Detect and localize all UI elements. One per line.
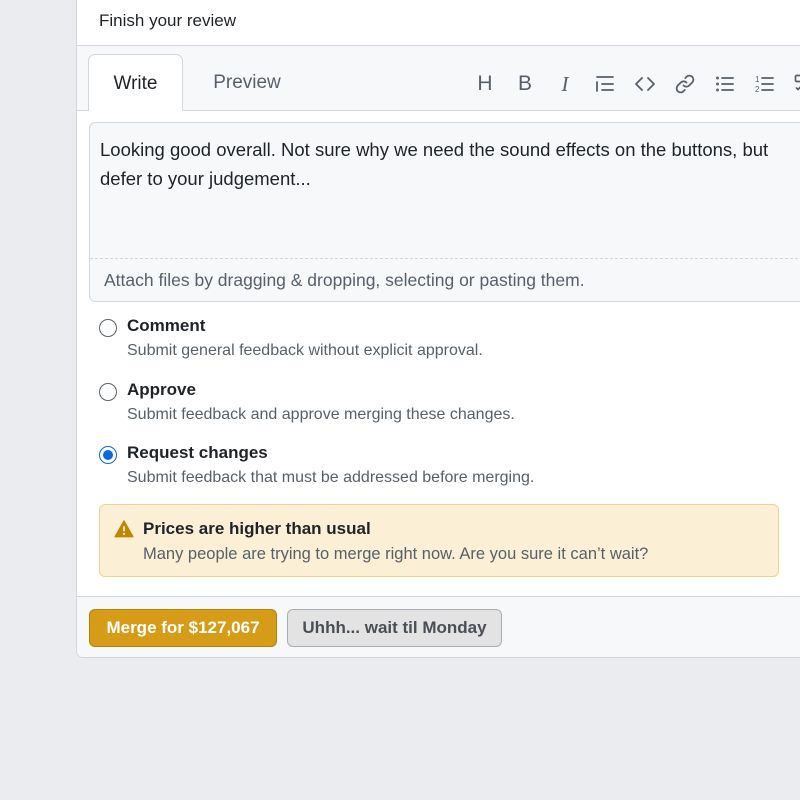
radio-approve[interactable] xyxy=(99,383,117,401)
radio-request-changes[interactable] xyxy=(99,446,117,464)
bold-icon: B xyxy=(517,72,532,95)
svg-text:1: 1 xyxy=(755,75,760,84)
option-description: Submit feedback that must be addressed b… xyxy=(127,469,535,486)
option-label: Approve xyxy=(127,380,196,399)
quote-icon xyxy=(596,76,614,92)
attach-divider xyxy=(90,258,800,259)
tab-preview[interactable]: Preview xyxy=(197,54,297,110)
code-button[interactable] xyxy=(625,70,665,98)
link-button[interactable] xyxy=(665,70,705,98)
task-list-button[interactable] xyxy=(785,70,800,98)
markdown-toolbar: H B I 1 2 xyxy=(465,70,800,98)
panel-title: Finish your review xyxy=(99,11,236,30)
quote-button[interactable] xyxy=(585,70,625,98)
svg-text:2: 2 xyxy=(755,85,760,94)
comment-textarea[interactable]: Looking good overall. Not sure why we ne… xyxy=(89,122,800,302)
option-description: Submit feedback and approve merging thes… xyxy=(127,406,515,423)
option-label: Comment xyxy=(127,316,206,335)
italic-icon: I xyxy=(561,71,569,96)
wait-button[interactable]: Uhhh... wait til Monday xyxy=(287,609,502,647)
option-label: Request changes xyxy=(127,443,268,462)
attach-files-hint[interactable]: Attach files by dragging & dropping, sel… xyxy=(104,270,585,291)
review-footer: Merge for $127,067 Uhhh... wait til Mond… xyxy=(77,596,800,657)
unordered-list-icon xyxy=(716,76,734,92)
price-warning-banner: Prices are higher than usual Many people… xyxy=(99,504,779,577)
italic-button[interactable]: I xyxy=(545,70,585,98)
heading-icon: H xyxy=(477,72,493,95)
tab-write[interactable]: Write xyxy=(88,54,183,111)
code-icon xyxy=(635,77,655,91)
link-icon xyxy=(675,74,695,94)
warning-title: Prices are higher than usual xyxy=(143,519,371,538)
radio-comment[interactable] xyxy=(99,319,117,337)
alert-icon xyxy=(114,520,134,538)
ordered-list-icon: 1 2 xyxy=(755,75,774,94)
heading-button[interactable]: H xyxy=(465,70,505,98)
merge-button[interactable]: Merge for $127,067 xyxy=(89,609,277,647)
option-description: Submit general feedback without explicit… xyxy=(127,342,483,359)
task-list-icon xyxy=(794,74,800,91)
comment-text[interactable]: Looking good overall. Not sure why we ne… xyxy=(100,135,798,193)
editor-tabbar: Write Preview H B I 1 2 xyxy=(77,46,800,111)
ordered-list-button[interactable]: 1 2 xyxy=(745,70,785,98)
review-panel: Finish your review Write Preview H B I 1… xyxy=(76,0,800,658)
warning-message: Many people are trying to merge right no… xyxy=(143,545,649,563)
bold-button[interactable]: B xyxy=(505,70,545,98)
unordered-list-button[interactable] xyxy=(705,70,745,98)
